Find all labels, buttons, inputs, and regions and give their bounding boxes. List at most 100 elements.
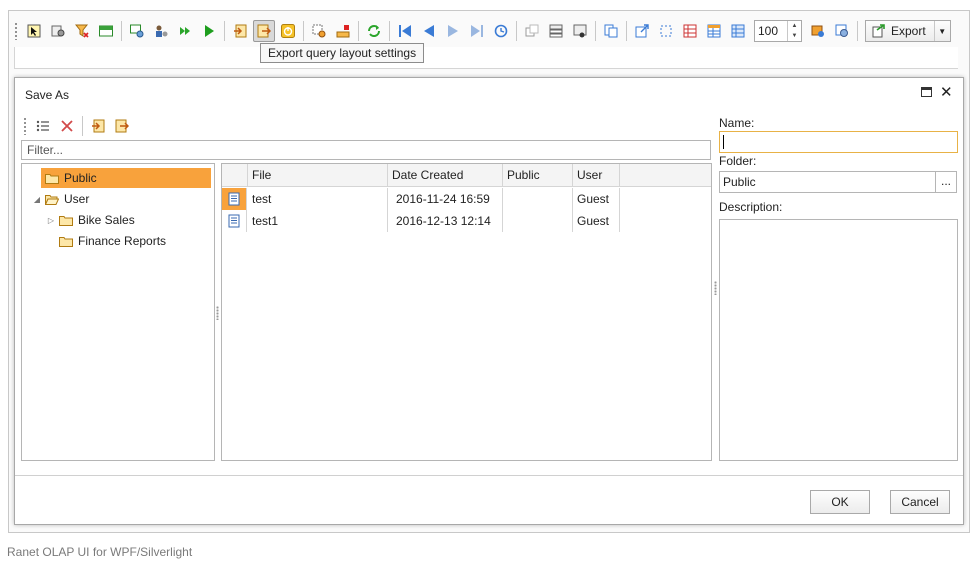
gear-doc-icon	[51, 25, 65, 37]
toolbar-separator	[358, 21, 359, 41]
copy-button[interactable]	[600, 20, 622, 42]
cursor-icon	[27, 24, 41, 38]
select-cursor-button[interactable]	[23, 20, 45, 42]
refresh-button[interactable]	[363, 20, 385, 42]
column-header-user[interactable]: User	[573, 164, 620, 187]
tree-splitter[interactable]	[216, 306, 219, 320]
column-header-filler	[620, 164, 711, 187]
play-icon	[205, 25, 214, 37]
column-header-date-created[interactable]: Date Created	[388, 164, 503, 187]
name-input[interactable]	[719, 131, 958, 153]
first-page-icon	[399, 25, 411, 37]
clear-filter-button[interactable]	[71, 20, 93, 42]
options-button[interactable]	[831, 20, 853, 42]
export-button[interactable]: Export ▼	[865, 20, 951, 42]
select-region-button[interactable]	[655, 20, 677, 42]
collapse-arrow-icon[interactable]: ◢	[32, 195, 42, 204]
folder-icon	[59, 215, 73, 226]
import-layout-button[interactable]	[229, 20, 251, 42]
run-step-button[interactable]	[174, 20, 196, 42]
rows-button[interactable]	[545, 20, 567, 42]
zoom-up-icon[interactable]: ▲	[788, 21, 801, 31]
user-button[interactable]	[150, 20, 172, 42]
settings-button[interactable]	[47, 20, 69, 42]
expand-button[interactable]	[521, 20, 543, 42]
folder-open-icon	[45, 194, 59, 205]
import-icon	[92, 119, 105, 133]
column-header-public[interactable]: Public	[503, 164, 573, 187]
ok-button[interactable]: OK	[810, 490, 870, 514]
tooltip: Export query layout settings	[260, 43, 425, 63]
table-blue-button[interactable]	[727, 20, 749, 42]
power-icon	[281, 24, 295, 38]
prev-page-button[interactable]	[418, 20, 440, 42]
maximize-icon[interactable]	[921, 87, 932, 97]
column-header-file[interactable]: File	[248, 164, 388, 187]
toolbar-grip[interactable]	[23, 117, 27, 135]
tree-item-finance-reports[interactable]: Finance Reports	[59, 231, 166, 251]
layout-settings-button[interactable]	[308, 20, 330, 42]
cell-public	[503, 188, 573, 210]
columns-button[interactable]	[569, 20, 591, 42]
tree-item-label: Public	[64, 171, 97, 185]
expand-arrow-icon[interactable]: ▷	[46, 216, 56, 225]
table-layout-button[interactable]	[703, 20, 725, 42]
export-file-icon	[115, 119, 129, 133]
run-button[interactable]	[198, 20, 220, 42]
toolbar-grip[interactable]	[14, 22, 18, 40]
popout-button[interactable]	[631, 20, 653, 42]
power-button[interactable]	[277, 20, 299, 42]
close-icon[interactable]: ✕	[940, 83, 953, 101]
clear-layout-button[interactable]	[332, 20, 354, 42]
cell-file: test	[248, 188, 388, 210]
mdx-settings-button[interactable]	[126, 20, 148, 42]
grid-layout-button[interactable]	[679, 20, 701, 42]
list-icon	[36, 120, 49, 132]
cell-file: test1	[248, 210, 388, 232]
tree-item-user[interactable]: ◢ User	[32, 189, 89, 209]
cell-user: Guest	[573, 210, 620, 232]
export-main[interactable]: Export	[866, 21, 934, 41]
cancel-button[interactable]: Cancel	[890, 490, 950, 514]
last-page-button[interactable]	[466, 20, 488, 42]
zoom-down-icon[interactable]: ▼	[788, 31, 801, 41]
tree-item-bike-sales[interactable]: ▷ Bike Sales	[46, 210, 135, 230]
chart-button[interactable]	[807, 20, 829, 42]
first-page-button[interactable]	[394, 20, 416, 42]
grid-red-icon	[683, 24, 697, 38]
zoom-stepper[interactable]: 100 ▲ ▼	[754, 20, 802, 42]
select-region-icon	[660, 25, 672, 37]
description-textarea[interactable]	[719, 219, 958, 461]
export-file-button[interactable]	[111, 115, 133, 137]
prev-page-icon	[424, 25, 434, 37]
description-label: Description:	[719, 200, 783, 214]
tree-item-public[interactable]: Public	[41, 168, 211, 188]
popout-icon	[635, 24, 649, 38]
import-button[interactable]	[87, 115, 109, 137]
export-layout-icon	[257, 24, 271, 38]
grid-splitter[interactable]	[714, 281, 717, 295]
mdx-gear-icon	[130, 24, 144, 38]
toolbar-separator	[857, 21, 858, 41]
history-button[interactable]	[490, 20, 512, 42]
export-label: Export	[891, 24, 926, 38]
toolbar-separator	[82, 116, 83, 136]
list-view-button[interactable]	[32, 115, 54, 137]
cell-public	[503, 210, 573, 232]
query-bar[interactable]	[14, 47, 958, 69]
zoom-arrows[interactable]: ▲ ▼	[787, 21, 801, 41]
zoom-value[interactable]: 100	[755, 24, 787, 38]
export-layout-button[interactable]	[253, 20, 275, 42]
step-play-icon	[180, 27, 190, 35]
delete-icon	[61, 120, 73, 132]
mdx-icon	[99, 25, 113, 37]
tree-item-label: Finance Reports	[78, 234, 167, 248]
next-page-button[interactable]	[442, 20, 464, 42]
filter-input[interactable]: Filter...	[21, 140, 711, 160]
mdx-button[interactable]	[95, 20, 117, 42]
delete-button[interactable]	[56, 115, 78, 137]
export-dropdown-icon[interactable]: ▼	[933, 21, 950, 41]
folder-input[interactable]: Public	[719, 171, 936, 193]
toolbar-separator	[595, 21, 596, 41]
browse-folder-button[interactable]: ...	[935, 171, 957, 193]
